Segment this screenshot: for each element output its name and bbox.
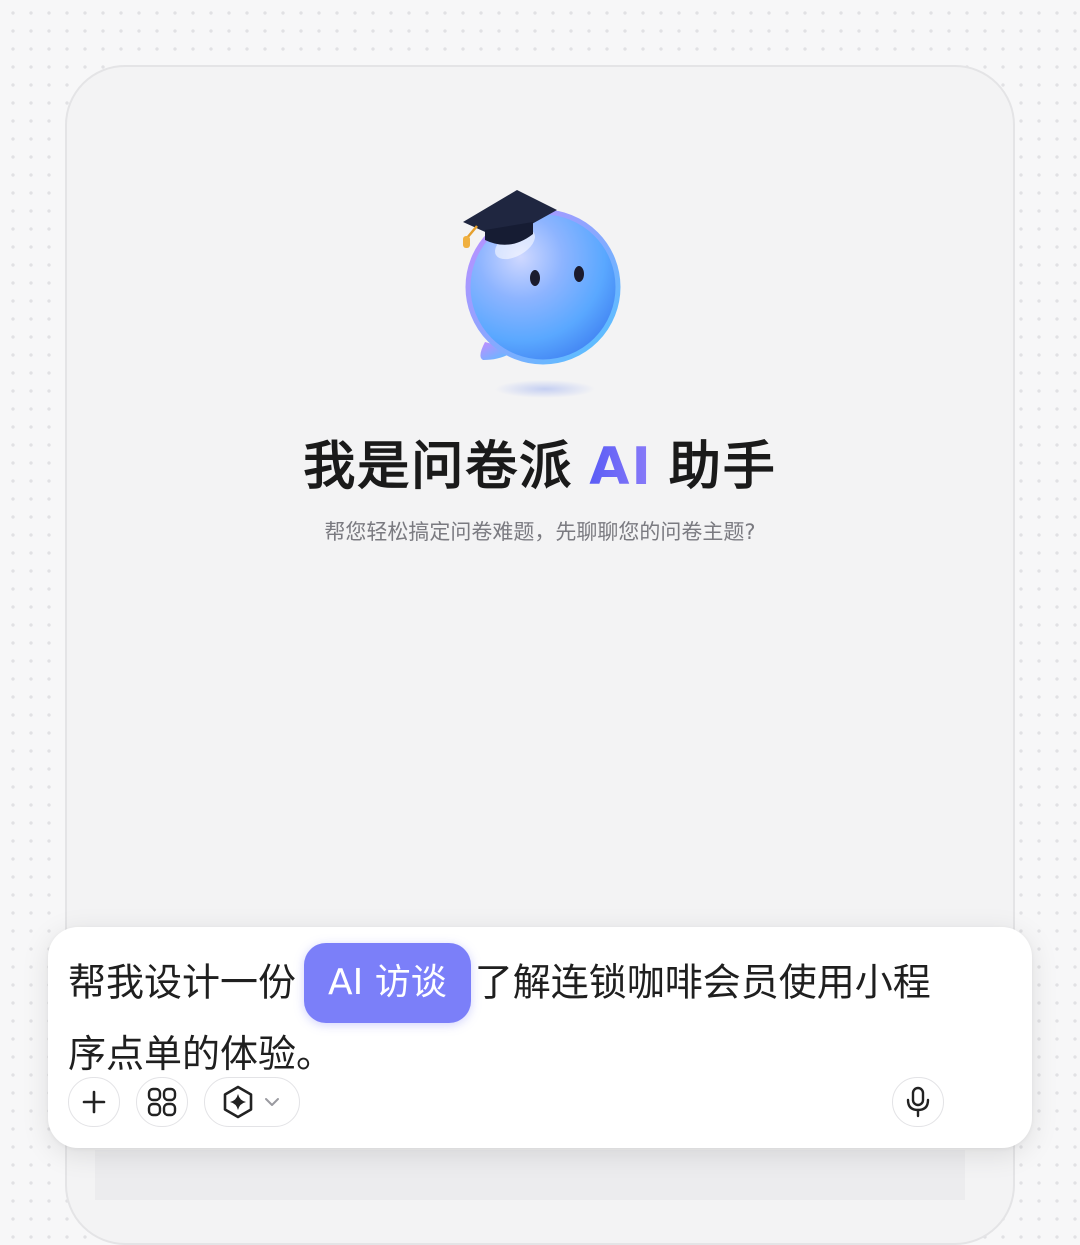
background-input-bar [95, 1150, 965, 1200]
page-title: 我是问卷派 AI 助手 [0, 424, 1080, 499]
apps-grid-icon [147, 1087, 177, 1117]
title-suffix: 助手 [668, 437, 777, 497]
prompt-composer: 帮我设计一份 AI 访谈 了解连锁咖啡会员使用小程 序点单的体验。 [48, 927, 1032, 1148]
add-button[interactable] [68, 1077, 120, 1127]
prompt-text-line2: 序点单的体验。 [68, 1032, 335, 1076]
ai-sparkle-icon [223, 1085, 253, 1119]
microphone-icon [906, 1086, 930, 1118]
prompt-input[interactable]: 帮我设计一份 AI 访谈 了解连锁咖啡会员使用小程 序点单的体验。 [68, 943, 998, 1083]
title-ai-highlight: AI [589, 437, 653, 497]
apps-button[interactable] [136, 1077, 188, 1127]
chevron-down-icon [265, 1098, 279, 1106]
prompt-text-after: 了解连锁咖啡会员使用小程 [474, 960, 931, 1005]
voice-input-button[interactable] [892, 1077, 944, 1127]
plus-icon [82, 1090, 106, 1114]
mode-selector-button[interactable] [204, 1077, 300, 1127]
title-prefix: 我是问卷派 [303, 437, 574, 497]
page-subtitle: 帮您轻松搞定问卷难题，先聊聊您的问卷主题? [324, 520, 756, 544]
prompt-text-before: 帮我设计一份 [68, 960, 297, 1005]
mascot-chat-bubble-icon [463, 190, 621, 398]
ai-interview-chip[interactable]: AI 访谈 [304, 943, 471, 1023]
